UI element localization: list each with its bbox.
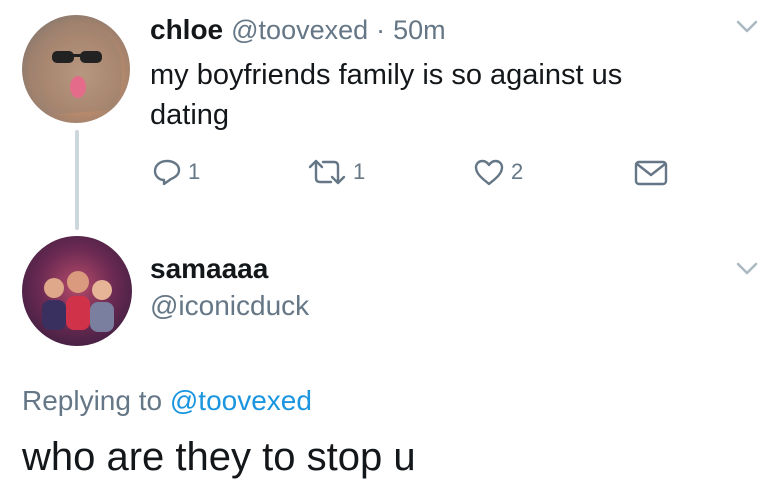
timestamp[interactable]: 50m xyxy=(393,15,446,46)
reply-icon xyxy=(153,159,181,186)
thread-connector-line xyxy=(75,130,79,230)
like-button[interactable]: 2 xyxy=(473,158,523,186)
separator-dot: · xyxy=(376,15,386,45)
envelope-icon xyxy=(634,160,668,186)
avatar-samaaaa[interactable] xyxy=(22,236,132,346)
replying-to-prefix: Replying to xyxy=(22,385,163,416)
chevron-down-icon[interactable] xyxy=(736,20,758,39)
user-handle[interactable]: @toovexed xyxy=(231,15,368,46)
reply-count: 1 xyxy=(188,159,201,184)
retweet-icon xyxy=(308,159,346,185)
replying-to: Replying to @toovexed xyxy=(22,385,312,417)
direct-message-button[interactable] xyxy=(634,160,668,191)
like-count: 2 xyxy=(511,159,524,184)
avatar-chloe[interactable] xyxy=(22,15,130,123)
avatar-samaaaa-image xyxy=(42,271,114,332)
reply-text: who are they to stop u xyxy=(22,435,416,479)
reply-display-name[interactable]: samaaaa xyxy=(150,253,268,285)
heart-icon xyxy=(474,159,504,186)
tweet-text: my boyfriends family is so against us da… xyxy=(150,55,750,135)
tweet-text-line-2: dating xyxy=(150,99,230,131)
retweet-button[interactable]: 1 xyxy=(307,158,365,186)
display-name[interactable]: chloe xyxy=(150,14,223,46)
reply-user-handle[interactable]: @iconicduck xyxy=(150,290,309,322)
reply-button[interactable]: 1 xyxy=(152,158,200,186)
reply-chevron-down-icon[interactable] xyxy=(736,262,758,281)
tweet-header: chloe @toovexed · 50m xyxy=(150,14,446,46)
avatar-chloe-image xyxy=(31,24,122,115)
retweet-count: 1 xyxy=(353,159,366,184)
replying-to-handle-link[interactable]: @toovexed xyxy=(170,385,312,416)
reply-display-name-text: samaaaa xyxy=(150,253,269,284)
tweet-text-line-1: my boyfriends family is so against us xyxy=(150,59,623,91)
